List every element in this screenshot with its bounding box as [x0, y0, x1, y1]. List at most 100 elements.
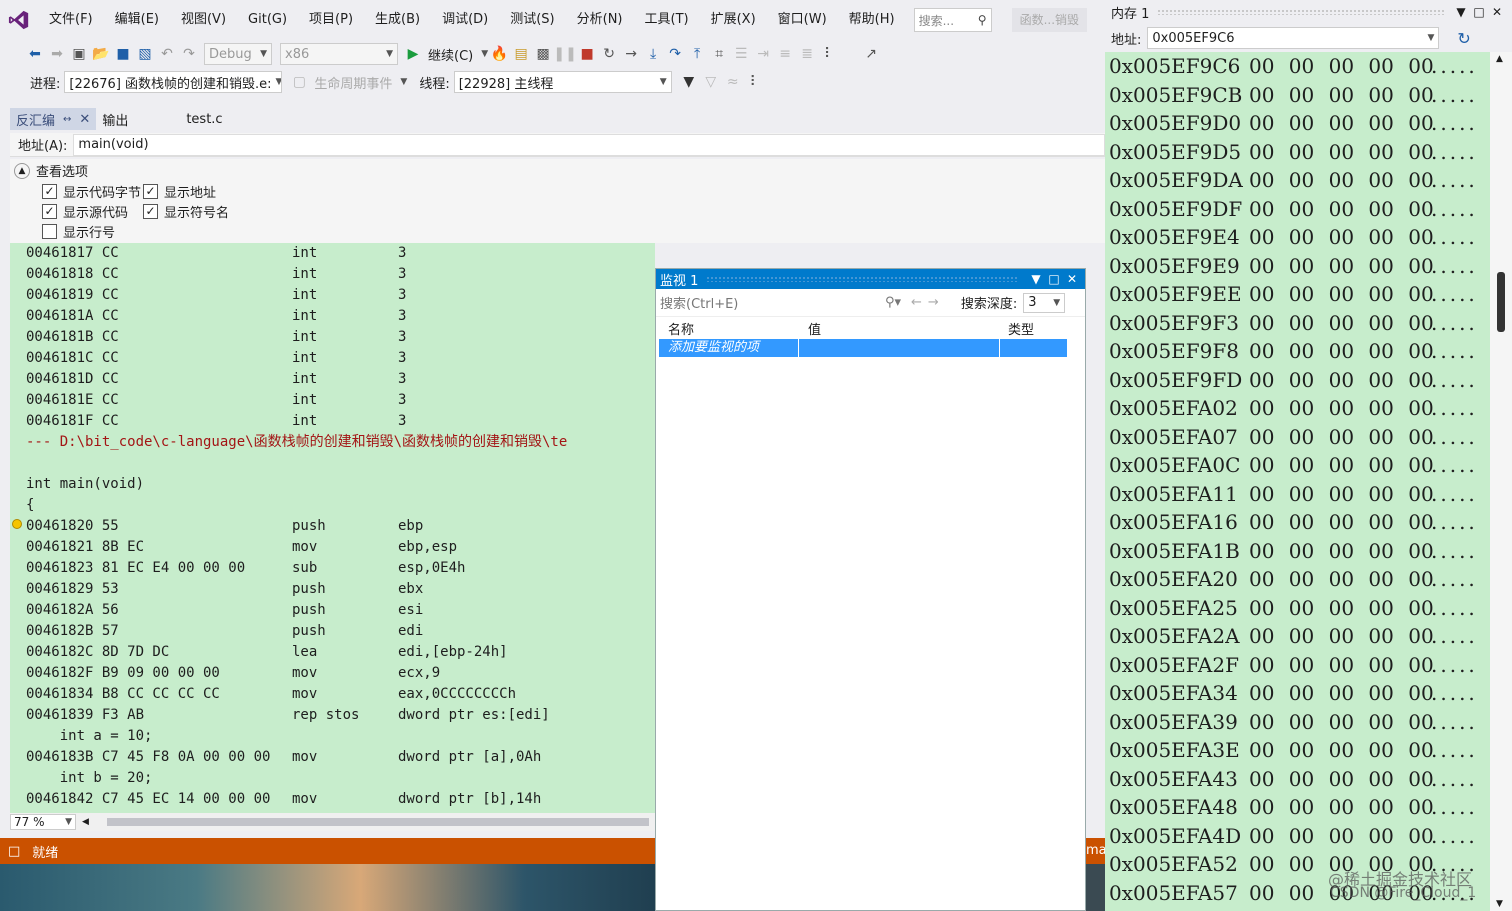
stop-icon[interactable]: ■ [576, 43, 598, 65]
restart-icon[interactable]: ↻ [598, 43, 620, 65]
arrow-right-icon[interactable]: → [928, 295, 939, 310]
tab-output[interactable]: 输出 [96, 108, 134, 130]
search-box[interactable]: 搜索... ⚲ [913, 8, 992, 32]
scroll-thumb[interactable] [106, 818, 649, 826]
menu-item-11[interactable]: 窗口(W) [767, 0, 838, 40]
column-header-name[interactable]: 名称 [656, 319, 796, 338]
close-icon[interactable]: ✕ [79, 112, 90, 127]
checkbox-show-source[interactable]: ✓ 显示源代码 [42, 202, 128, 221]
lifecycle-events-label[interactable]: 生命周期事件 [314, 73, 392, 92]
source-line[interactable]: int main(void) [26, 474, 144, 495]
screenshot-icon[interactable]: ▩ [532, 43, 554, 65]
memory-bytes[interactable]: 00 00 00 00 00 [1249, 394, 1434, 422]
horizontal-scrollbar[interactable]: 77 % ▼ ◀ [10, 813, 655, 831]
memory-bytes[interactable]: 00 00 00 00 00 [1249, 765, 1434, 793]
save-icon[interactable]: ■ [112, 43, 134, 65]
forward-icon[interactable]: ➡ [46, 43, 68, 65]
menu-item-7[interactable]: 测试(S) [499, 0, 565, 40]
scroll-thumb[interactable] [1497, 272, 1505, 332]
hex-display-icon[interactable]: ⌗ [708, 43, 730, 65]
zoom-select[interactable]: 77 % ▼ [10, 814, 76, 830]
checkmark-icon[interactable]: ✓ [143, 184, 158, 199]
back-icon[interactable]: ⬅ [24, 43, 46, 65]
show-next-statement-icon[interactable]: → [620, 43, 642, 65]
menu-item-8[interactable]: 分析(N) [566, 0, 634, 40]
memory-bytes[interactable]: 00 00 00 00 00 [1249, 81, 1434, 109]
drag-handle[interactable] [706, 276, 1019, 282]
memory-bytes[interactable]: 00 00 00 00 00 [1249, 223, 1434, 251]
scroll-left-icon[interactable]: ◀ [82, 817, 89, 827]
vertical-scrollbar[interactable]: ▲ ▼ [1490, 52, 1512, 911]
memory-bytes[interactable]: 00 00 00 00 00 [1249, 651, 1434, 679]
memory-bytes[interactable]: 00 00 00 00 00 [1249, 195, 1434, 223]
source-file-path[interactable]: --- D:\bit_code\c-language\函数栈帧的创建和销毁\函数… [26, 432, 567, 453]
comment-icon[interactable]: ≣ [796, 43, 818, 65]
column-header-type[interactable]: 类型 [996, 319, 1076, 338]
folder-icon[interactable]: ▤ [510, 43, 532, 65]
memory-bytes[interactable]: 00 00 00 00 00 [1249, 166, 1434, 194]
checkmark-icon[interactable]: ✓ [42, 184, 57, 199]
scroll-up-icon[interactable]: ▲ [1496, 54, 1503, 64]
checkmark-icon[interactable]: ✓ [143, 204, 158, 219]
view-options-toggle[interactable]: ▲ 查看选项 [14, 161, 88, 180]
continue-button[interactable]: 继续(C) [428, 45, 473, 64]
memory-bytes[interactable]: 00 00 00 00 00 [1249, 252, 1434, 280]
filter-icon[interactable]: ▼ [678, 71, 700, 93]
memory-bytes[interactable]: 00 00 00 00 00 [1249, 565, 1434, 593]
close-icon[interactable]: ✕ [1488, 5, 1506, 19]
pin-icon[interactable]: ↔ [63, 114, 71, 125]
memory-bytes[interactable]: 00 00 00 00 00 [1249, 309, 1434, 337]
filter-clear-icon[interactable]: ▽ [700, 71, 722, 93]
chevron-down-icon[interactable]: ▼ [1027, 272, 1045, 286]
breakpoints-icon[interactable]: ☰ [730, 43, 752, 65]
platform-select[interactable]: x86 ▼ [280, 43, 398, 65]
source-line[interactable]: int b = 20; [26, 768, 153, 789]
memory-bytes[interactable]: 00 00 00 00 00 [1249, 537, 1434, 565]
checkbox-show-code-bytes[interactable]: ✓ 显示代码字节 [42, 182, 141, 201]
memory-bytes[interactable]: 00 00 00 00 00 [1249, 822, 1434, 850]
memory-bytes[interactable]: 00 00 00 00 00 [1249, 423, 1434, 451]
menu-item-10[interactable]: 扩展(X) [700, 0, 767, 40]
menu-item-5[interactable]: 生成(B) [364, 0, 431, 40]
checkbox-show-address[interactable]: ✓ 显示地址 [143, 182, 216, 201]
source-line[interactable]: { [26, 495, 34, 516]
chevron-down-icon[interactable]: ▼ [481, 49, 488, 59]
step-over-icon[interactable]: ↷ [664, 43, 686, 65]
refresh-icon[interactable]: ↻ [1457, 29, 1470, 48]
menu-item-0[interactable]: 文件(F) [38, 0, 104, 40]
search-depth-select[interactable]: 3 ▼ [1023, 292, 1066, 313]
search-icon[interactable]: ⚲▾ [885, 295, 901, 310]
align-icon[interactable]: ≡ [774, 43, 796, 65]
address-input[interactable]: main(void) [73, 133, 1105, 156]
source-line[interactable]: int a = 10; [26, 726, 153, 747]
watch-add-item-row[interactable]: 添加要监视的项 [659, 339, 1067, 357]
chevron-down-icon[interactable]: ▼ [1452, 5, 1470, 19]
toolbar-overflow-icon[interactable]: ⠇ [818, 43, 840, 65]
step-out-icon[interactable]: ⤒ [686, 43, 708, 65]
toolbar-overflow-icon[interactable]: ⠇ [744, 71, 766, 93]
flag-threads-icon[interactable]: ≈ [722, 71, 744, 93]
tab-test-c[interactable]: test.c [180, 108, 228, 130]
menu-item-1[interactable]: 编辑(E) [104, 0, 170, 40]
watch-add-item[interactable]: 添加要监视的项 [659, 339, 799, 357]
chevron-down-icon[interactable]: ▼ [1427, 33, 1434, 43]
memory-grid[interactable]: 0x005EF9C6 00 00 00 00 00..... 0x005EF9CB 0… [1105, 52, 1490, 911]
maximize-icon[interactable]: □ [1045, 272, 1063, 286]
step-into-icon[interactable]: ⤓ [642, 43, 664, 65]
redo-icon[interactable]: ↷ [178, 43, 200, 65]
checkbox-show-line-numbers[interactable]: 显示行号 [42, 222, 115, 241]
menu-item-2[interactable]: 视图(V) [170, 0, 237, 40]
open-folder-icon[interactable]: 📂 [90, 43, 112, 65]
memory-bytes[interactable]: 00 00 00 00 00 [1249, 451, 1434, 479]
memory-bytes[interactable]: 00 00 00 00 00 [1249, 337, 1434, 365]
column-header-value[interactable]: 值 [796, 319, 996, 338]
process-select[interactable]: [22676] 函数栈帧的创建和销毁.e: ▼ [64, 71, 283, 93]
checkbox-show-symbols[interactable]: ✓ 显示符号名 [143, 202, 229, 221]
memory-bytes[interactable]: 00 00 00 00 00 [1249, 280, 1434, 308]
tab-disassembly[interactable]: 反汇编 ↔ ✕ [10, 108, 97, 130]
thread-select[interactable]: [22928] 主线程 ▼ [453, 71, 672, 93]
lifecycle-events-icon[interactable]: ▢ [288, 71, 310, 93]
live-share-icon[interactable]: ↗ [860, 43, 882, 65]
memory-bytes[interactable]: 00 00 00 00 00 [1249, 594, 1434, 622]
save-all-icon[interactable]: ▧ [134, 43, 156, 65]
